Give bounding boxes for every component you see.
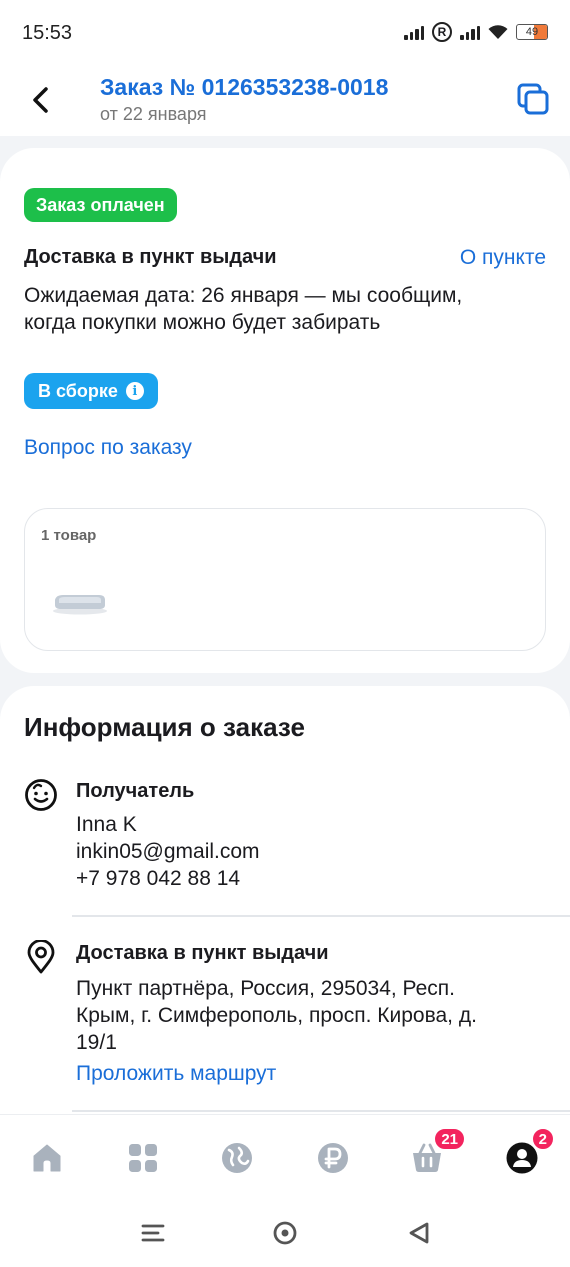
delivery-address-line: 19/1 [76, 1031, 117, 1054]
info-icon: i [125, 382, 144, 400]
divider [72, 915, 570, 917]
status-bar: 15:53 R 49 [0, 0, 570, 64]
delivery-type-title: Доставка в пункт выдачи [24, 246, 277, 268]
battery-level: 49 [525, 26, 539, 38]
back-triangle-icon[interactable] [406, 1220, 432, 1246]
menu-icon[interactable] [140, 1220, 166, 1246]
order-items-box[interactable]: 1 товар [24, 508, 546, 651]
delivery-address-line: Пункт партнёра, Россия, 295034, Респ. [76, 977, 456, 1000]
battery-icon: 49 [516, 24, 548, 40]
home-circle-icon[interactable] [272, 1220, 298, 1246]
bottom-nav: 21 2 [0, 1114, 570, 1204]
copy-icon[interactable] [516, 82, 550, 116]
profile-notifications-badge: 2 [530, 1127, 555, 1151]
cart-count-badge: 21 [433, 1127, 466, 1151]
items-count: 1 товар [41, 527, 97, 544]
assembly-status-label: В сборке [38, 380, 118, 401]
signal-icon-2 [460, 24, 480, 40]
paid-badge: Заказ оплачен [24, 188, 177, 222]
order-info-card: Информация о заказе Получатель Inna K in… [0, 686, 570, 1136]
route-link[interactable]: Проложить маршрут [76, 1062, 276, 1086]
signal-icon [404, 24, 424, 40]
about-pickup-point-link[interactable]: О пункте [460, 246, 546, 270]
wifi-icon [488, 25, 508, 39]
order-question-link[interactable]: Вопрос по заказу [24, 436, 192, 460]
product-thumbnail[interactable] [51, 591, 109, 615]
recipient-email: inkin05@gmail.com [76, 840, 260, 863]
status-icons: R 49 [404, 22, 548, 42]
order-info-title: Информация о заказе [24, 712, 305, 742]
expected-date-text: Ожидаемая дата: 26 января — мы сообщим, … [24, 284, 463, 334]
globe-icon[interactable] [220, 1141, 254, 1175]
location-pin-icon [27, 940, 55, 974]
home-icon[interactable] [30, 1141, 64, 1175]
back-arrow-icon[interactable] [26, 80, 56, 120]
catalog-icon[interactable] [126, 1141, 160, 1175]
assembly-status-pill[interactable]: В сборке i [24, 373, 158, 409]
smiley-face-icon [25, 779, 57, 811]
roaming-icon: R [432, 22, 452, 42]
recipient-name: Inna K [76, 813, 137, 836]
profile-nav-item[interactable]: 2 [505, 1127, 555, 1175]
page-title: Заказ № 0126353238-0018 [100, 74, 389, 100]
divider [72, 1110, 570, 1112]
order-status-card: Заказ оплачен Доставка в пункт выдачи О … [0, 148, 570, 673]
status-time: 15:53 [22, 22, 73, 44]
system-nav-bar [0, 1204, 570, 1267]
header: Заказ № 0126353238-0018 от 22 января [0, 64, 570, 136]
delivery-title: Доставка в пункт выдачи [76, 942, 329, 964]
recipient-title: Получатель [76, 780, 195, 802]
delivery-address-line: Крым, г. Симферополь, просп. Кирова, д. [76, 1004, 477, 1027]
recipient-phone: +7 978 042 88 14 [76, 867, 241, 890]
cart-nav-item[interactable]: 21 [410, 1127, 466, 1175]
order-date: от 22 января [100, 104, 207, 124]
ruble-icon[interactable] [316, 1141, 350, 1175]
